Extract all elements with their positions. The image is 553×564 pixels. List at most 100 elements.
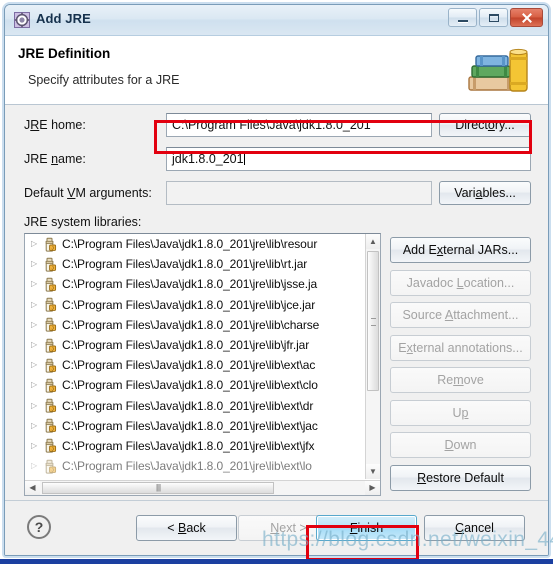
expand-arrow-icon[interactable]: ▷ [31,300,42,309]
expand-arrow-icon[interactable]: ▷ [31,401,42,410]
dialog-footer: ? < Back Next > Finish Cancel [5,500,548,555]
move-down-button: Down [390,432,531,458]
svg-text:J: J [51,447,53,452]
jre-system-libraries-list[interactable]: ▷ J C:\Program Files\Java\jdk1.8.0_201\jre… [24,233,381,496]
library-row[interactable]: ▷ J C:\Program Files\Java\jdk1.8.0_201\jre… [25,355,365,375]
jar-file-icon: J [45,439,57,454]
back-button[interactable]: < Back [136,515,237,541]
library-path: C:\Program Files\Java\jdk1.8.0_201\jre\l… [62,277,318,292]
expand-arrow-icon[interactable]: ▷ [31,421,42,430]
horizontal-scrollbar-thumb[interactable]: |||| [42,482,274,494]
expand-arrow-icon[interactable]: ▷ [31,341,42,349]
dialog-body: JRE home: C:\Program Files\Java\jdk1.8.0… [5,105,548,555]
scroll-up-arrow[interactable]: ▲ [366,234,380,249]
close-button[interactable] [510,8,543,27]
library-path: C:\Program Files\Java\jdk1.8.0_201\jre\l… [62,338,310,353]
svg-text:J: J [51,265,53,270]
expand-arrow-icon[interactable]: ▷ [31,260,42,268]
dialog-header: JRE Definition Specify attributes for a … [5,36,548,105]
jar-file-icon: J [45,459,57,474]
jre-name-value: jdk1.8.0_201 [172,152,244,166]
svg-text:J: J [51,245,53,250]
library-row[interactable]: ▷ J C:\Program Files\Java\jdk1.8.0_201\jre… [25,375,365,395]
help-button[interactable]: ? [27,515,51,539]
minimize-button[interactable] [448,8,477,27]
expand-arrow-icon[interactable]: ▷ [31,381,42,389]
desktop-strip [0,559,553,564]
horizontal-scrollbar[interactable]: ◀ |||| ▶ [25,480,380,495]
svg-text:J: J [51,366,53,371]
jar-file-icon: J [45,358,57,373]
expand-arrow-icon[interactable]: ▷ [31,280,42,288]
cancel-button[interactable]: Cancel [424,515,525,541]
scroll-down-arrow[interactable]: ▼ [366,464,380,479]
expand-arrow-icon[interactable]: ▷ [31,462,42,470]
jar-file-icon: J [45,318,57,332]
library-row[interactable]: ▷ J C:\Program Files\Java\jdk1.8.0_201\jre… [25,436,365,456]
jre-name-input[interactable]: jdk1.8.0_201 [166,147,531,171]
library-path: C:\Program Files\Java\jdk1.8.0_201\jre\l… [62,358,316,373]
page-title: JRE Definition [18,46,111,61]
library-path: C:\Program Files\Java\jdk1.8.0_201\jre\l… [62,398,314,413]
restore-default-button[interactable]: Restore Default [390,464,531,491]
remove-button: Remove [390,367,531,393]
vm-arguments-label: Default VM arguments: [24,186,152,200]
scrollbar-grip [371,318,376,326]
jar-file-icon: J [45,257,57,272]
expand-arrow-icon[interactable]: ▷ [31,320,42,329]
system-libraries-label: JRE system libraries: [24,215,142,229]
vm-arguments-input[interactable] [166,181,432,205]
vertical-scrollbar[interactable]: ▲ ▼ [365,234,380,479]
text-caret [243,152,245,165]
variables-button[interactable]: Variables... [439,181,531,205]
library-path: C:\Program Files\Java\jdk1.8.0_201\jre\l… [62,257,308,272]
library-path: C:\Program Files\Java\jdk1.8.0_201\jre\l… [62,297,316,312]
scroll-left-arrow[interactable]: ◀ [25,481,40,495]
library-row[interactable]: ▷ J C:\Program Files\Java\jdk1.8.0_201\jre… [25,396,365,416]
expand-arrow-icon[interactable]: ▷ [31,361,42,369]
window-title: Add JRE [36,11,91,26]
svg-text:J: J [51,326,53,331]
page-subtitle: Specify attributes for a JRE [28,73,180,87]
title-bar[interactable]: Add JRE [5,5,548,36]
library-row[interactable]: ▷ J C:\Program Files\Java\jdk1.8.0_201\jre… [25,295,365,315]
library-row[interactable]: ▷ J C:\Program Files\Java\jdk1.8.0_201\jre… [25,335,365,355]
svg-text:J: J [51,427,53,432]
library-path: C:\Program Files\Java\jdk1.8.0_201\jre\l… [62,438,315,453]
library-row[interactable]: ▷ J C:\Program Files\Java\jdk1.8.0_201\jre… [25,274,365,294]
library-path: C:\Program Files\Java\jdk1.8.0_201\jre\l… [62,317,320,332]
add-external-jars-button[interactable]: Add External JARs... [390,237,531,263]
svg-text:J: J [51,285,53,290]
finish-button[interactable]: Finish [316,515,417,541]
svg-text:J: J [51,346,53,351]
library-path: C:\Program Files\Java\jdk1.8.0_201\jre\l… [62,418,318,433]
scroll-right-arrow[interactable]: ▶ [365,481,380,495]
expand-arrow-icon[interactable]: ▷ [31,441,42,450]
add-jre-dialog-window: Add JRE JRE Definition Specify attribute… [4,4,549,556]
javadoc-location-button: Javadoc Location... [390,269,531,296]
vertical-scrollbar-thumb[interactable] [367,251,379,391]
jar-file-icon: J [45,297,57,312]
library-path: C:\Program Files\Java\jdk1.8.0_201\jre\l… [62,378,318,393]
jar-file-icon: J [45,378,57,393]
jar-file-icon: J [45,338,57,353]
maximize-button[interactable] [479,8,508,27]
svg-text:J: J [51,406,53,411]
books-icon [468,48,528,92]
library-path: C:\Program Files\Java\jdk1.8.0_201\jre\l… [62,459,312,474]
jar-file-icon: J [45,237,57,252]
directory-button[interactable]: Directory... [439,113,531,137]
source-attachment-button: Source Attachment... [390,302,531,328]
svg-text:J: J [51,306,53,311]
external-annotations-button: External annotations... [390,334,531,361]
library-row[interactable]: ▷ J C:\Program Files\Java\jdk1.8.0_201\jre… [25,315,365,335]
library-row[interactable]: ▷ J C:\Program Files\Java\jdk1.8.0_201\jre… [25,416,365,436]
jre-gear-icon [14,12,30,28]
jre-home-label: JRE home: [24,118,86,132]
library-row[interactable]: ▷ J C:\Program Files\Java\jdk1.8.0_201\jre… [25,456,365,476]
jre-home-input[interactable]: C:\Program Files\Java\jdk1.8.0_201 [166,113,432,137]
library-row[interactable]: ▷ J C:\Program Files\Java\jdk1.8.0_201\jre… [25,234,365,254]
library-row[interactable]: ▷ J C:\Program Files\Java\jdk1.8.0_201\jre… [25,254,365,274]
expand-arrow-icon[interactable]: ▷ [31,240,42,248]
jre-name-label: JRE name: [24,152,86,166]
